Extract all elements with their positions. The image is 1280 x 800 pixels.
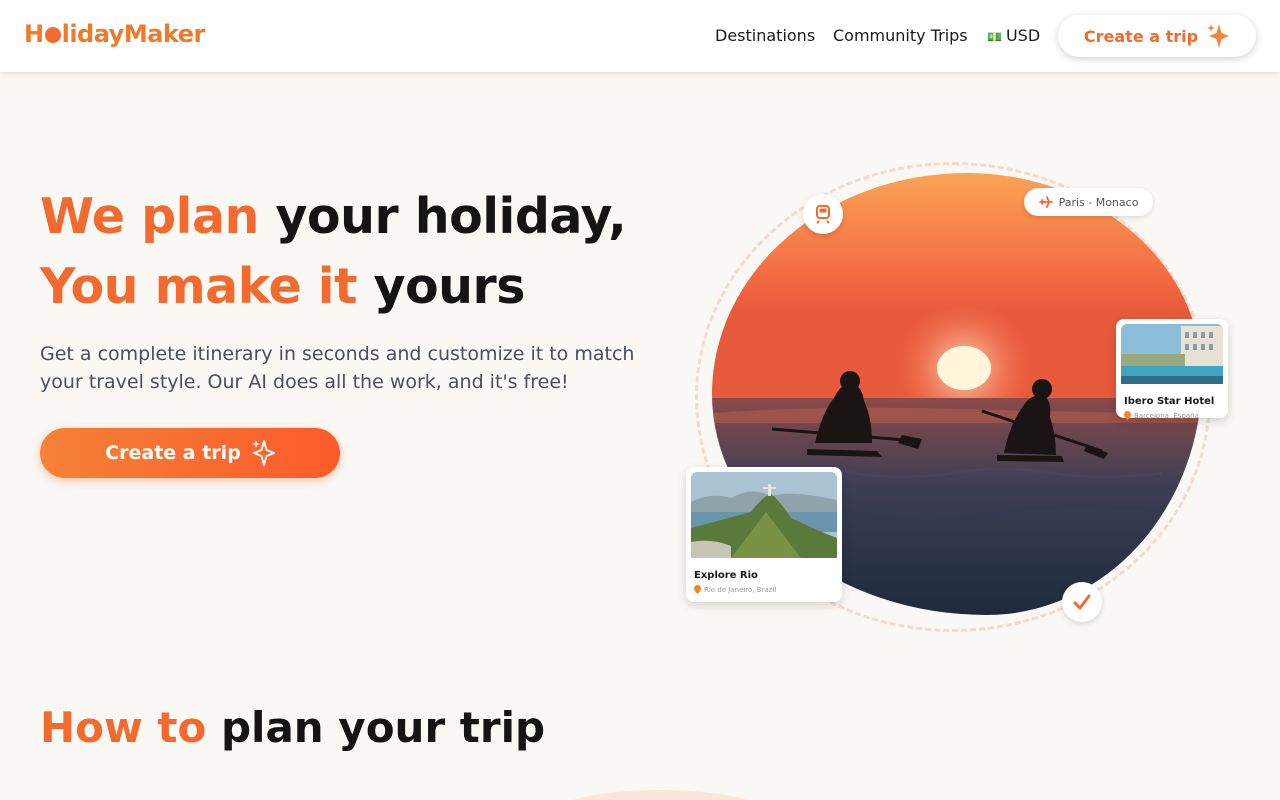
train-icon-badge [803,194,843,234]
rio-card-location-text: Rio de Janeiro, Brazil [704,585,777,594]
hotel-card-location-text: Barcelona, España [1134,411,1199,420]
hero-create-trip-button[interactable]: Create a trip [40,428,340,478]
logo-globe-icon [44,27,61,43]
sparkle-icon [251,440,275,466]
rio-photo [691,472,837,562]
hero-create-trip-label: Create a trip [105,442,241,464]
sparkle-icon [1207,24,1230,48]
currency-label: USD [1005,26,1041,45]
checkmark-icon [1073,594,1091,610]
currency-selector[interactable]: 💵 USD [987,26,1040,45]
checkmark-icon-badge [1062,582,1102,622]
hotel-card-title: Ibero Star Hotel [1124,396,1215,407]
hero-headline-line2: You make it yours [40,258,525,315]
how-to-heading-rest: plan your trip [220,703,546,752]
hero-headline-rest-2: yours [373,258,526,315]
hotel-card[interactable]: Ibero Star Hotel Barcelona, España [1116,319,1228,420]
hero-headline-line1: We plan your holiday, [40,188,627,245]
logo-text-start: H [24,20,44,48]
hero-subtitle: Get a complete itinerary in seconds and … [40,343,635,393]
top-nav: HlidayMaker Destinations Community Trips… [0,0,1280,72]
logo-text-end: lidayMaker [61,20,206,48]
rio-card[interactable]: Explore Rio Rio de Janeiro, Brazil [686,467,842,602]
money-icon: 💵 [987,30,1002,44]
route-pill-label: Paris - Monaco [1058,195,1139,209]
route-pill: Paris - Monaco [1024,188,1153,216]
train-icon [816,205,830,224]
plane-icon [1038,196,1053,208]
location-pin-icon [694,585,701,594]
decorative-blob [560,790,760,800]
hero-headline-accent-2: You make it [40,258,358,315]
nav-community-trips[interactable]: Community Trips [833,26,968,45]
logo[interactable]: HlidayMaker [24,20,205,48]
rio-card-title: Explore Rio [694,570,758,581]
hero-headline-rest: your holiday, [275,188,627,245]
how-to-heading-accent: How to [40,703,207,752]
location-pin-icon [1124,411,1131,420]
nav-destinations[interactable]: Destinations [715,26,815,45]
rio-card-location: Rio de Janeiro, Brazil [694,585,837,594]
hero-headline-accent: We plan [40,188,259,245]
how-to-heading: How to plan your trip [40,703,545,752]
header-create-trip-button[interactable]: Create a trip [1058,15,1256,57]
header-create-trip-label: Create a trip [1083,26,1199,46]
hotel-photo [1121,324,1223,388]
hotel-card-location: Barcelona, España [1124,411,1223,420]
